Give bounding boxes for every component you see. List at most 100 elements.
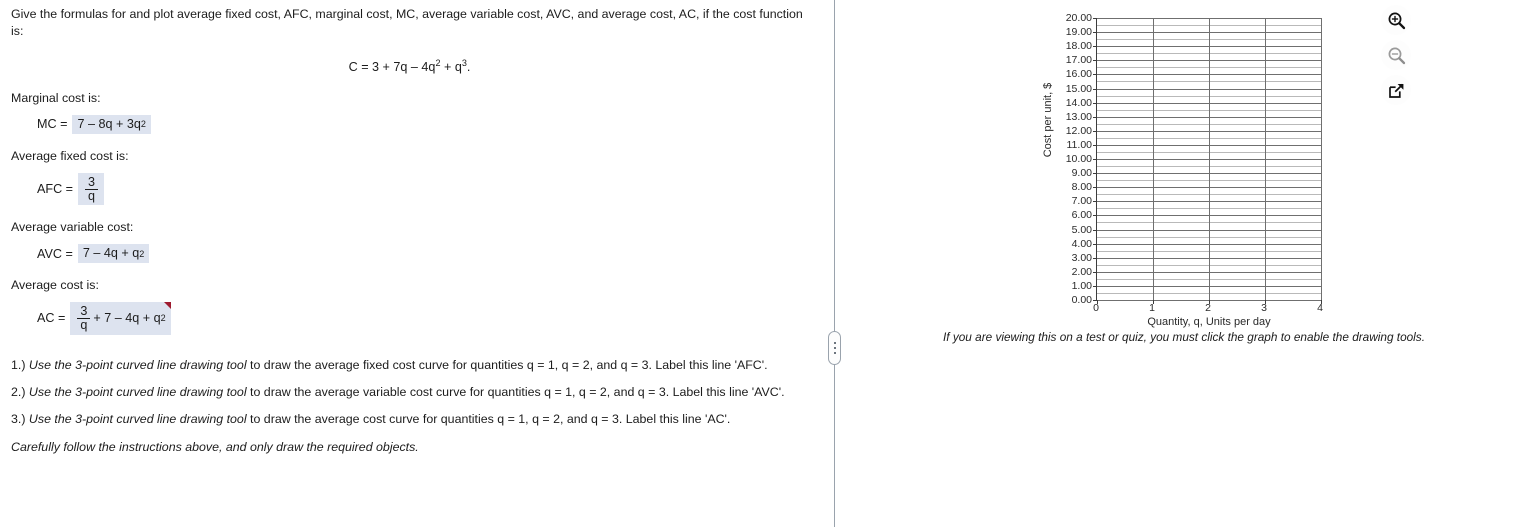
graph-panel: Cost per unit, $ 0.00 1.00 2.00 3.00 4.00 5.0… xyxy=(836,0,1532,527)
average-cost-value: + 7 – 4q + q xyxy=(93,310,161,325)
zoom-in-button[interactable] xyxy=(1381,5,1411,35)
y-axis-tick xyxy=(1093,159,1097,160)
marginal-cost-answer-row: MC = 7 – 8q + 3q 2 xyxy=(11,115,808,134)
gridline-vertical xyxy=(1153,18,1154,300)
y-axis-tick xyxy=(1093,173,1097,174)
y-axis-tick-label: 6.00 xyxy=(1071,209,1092,221)
y-axis-tick xyxy=(1093,117,1097,118)
average-variable-cost-value: 7 – 4q + q xyxy=(82,246,140,261)
y-axis-tick-label: 18.00 xyxy=(1065,40,1092,52)
average-variable-cost-answer-box[interactable]: 7 – 4q + q2 xyxy=(77,244,150,263)
y-axis-tick xyxy=(1093,244,1097,245)
instruction-1-number: 1.) xyxy=(11,357,26,372)
splitter-line xyxy=(834,0,835,527)
question-prompt: Give the formulas for and plot average f… xyxy=(11,7,803,38)
afc-denominator: q xyxy=(85,188,99,203)
x-axis-tick-label: 2 xyxy=(1205,302,1211,314)
y-axis-tick-label: 3.00 xyxy=(1071,252,1092,264)
marginal-cost-label: Marginal cost is: xyxy=(11,91,101,106)
marginal-cost-lead: MC = xyxy=(37,117,68,132)
y-axis-tick-label: 2.00 xyxy=(1071,266,1092,278)
question-panel: Give the formulas for and plot average f… xyxy=(0,0,820,527)
y-axis-tick xyxy=(1093,74,1097,75)
average-fixed-cost-lead: AFC = xyxy=(37,182,74,196)
zoom-in-icon xyxy=(1388,12,1405,29)
y-axis-tick xyxy=(1093,60,1097,61)
cost-function-mid: + q xyxy=(440,60,462,75)
y-axis-tick-labels: 0.00 1.00 2.00 3.00 4.00 5.00 6.00 7.00 8.00 9.00… xyxy=(1048,12,1093,306)
y-axis-tick xyxy=(1093,32,1097,33)
x-axis-tick-label: 4 xyxy=(1317,302,1323,314)
instruction-2-number: 2.) xyxy=(11,384,26,399)
instruction-3: 3.) Use the 3-point curved line drawing … xyxy=(11,411,806,427)
y-axis-tick-label: 4.00 xyxy=(1071,238,1092,250)
y-axis-tick-label: 0.00 xyxy=(1071,294,1092,306)
y-axis-tick-label: 14.00 xyxy=(1065,97,1092,109)
graph-enable-note: If you are viewing this on a test or qui… xyxy=(943,330,1425,344)
instruction-2-tool: Use the 3-point curved line drawing tool xyxy=(28,384,247,399)
average-cost-label: Average cost is: xyxy=(11,277,99,292)
y-axis-tick xyxy=(1093,201,1097,202)
afc-fraction: 3 q xyxy=(85,174,99,203)
y-axis-tick-label: 5.00 xyxy=(1071,224,1092,236)
ac-denominator: q xyxy=(77,317,91,332)
y-axis-tick xyxy=(1093,258,1097,259)
closing-note: Carefully follow the instructions above,… xyxy=(11,439,419,454)
cost-function-lead: C = 3 + 7q – 4q xyxy=(348,60,436,75)
cost-curve-chart[interactable]: Cost per unit, $ 0.00 1.00 2.00 3.00 4.00 5.0… xyxy=(1042,10,1338,328)
expand-graph-button[interactable] xyxy=(1381,75,1411,105)
y-axis-tick xyxy=(1093,131,1097,132)
y-axis-tick xyxy=(1093,272,1097,273)
ac-numerator: 3 xyxy=(80,303,88,318)
average-variable-cost-label: Average variable cost: xyxy=(11,220,134,235)
cost-function-tail: . xyxy=(466,60,471,75)
y-axis-tick-label: 7.00 xyxy=(1071,195,1092,207)
average-fixed-cost-answer-row: AFC = 3 q xyxy=(11,172,808,206)
instruction-3-number: 3.) xyxy=(11,412,26,427)
y-axis-tick-label: 16.00 xyxy=(1065,68,1092,80)
y-axis-tick-label: 11.00 xyxy=(1066,139,1093,151)
gridline-vertical xyxy=(1209,18,1210,300)
y-axis-tick-label: 20.00 xyxy=(1065,12,1092,24)
gridline-vertical xyxy=(1321,18,1322,300)
average-fixed-cost-label: Average fixed cost is: xyxy=(11,148,129,163)
y-axis-tick xyxy=(1093,145,1097,146)
zoom-out-button[interactable] xyxy=(1381,40,1411,70)
average-fixed-cost-answer-box[interactable]: 3 q xyxy=(78,172,105,206)
instruction-3-rest: to draw the average cost curve for quant… xyxy=(246,412,731,427)
zoom-out-icon xyxy=(1388,47,1405,64)
average-cost-lead: AC = xyxy=(37,311,66,326)
instruction-1: 1.) Use the 3-point curved line drawing … xyxy=(11,357,806,373)
y-axis-tick-label: 8.00 xyxy=(1071,181,1092,193)
y-axis-tick xyxy=(1093,103,1097,104)
y-axis-tick xyxy=(1093,89,1097,90)
average-variable-cost-lead: AVC = xyxy=(37,246,73,261)
instruction-1-tool: Use the 3-point curved line drawing tool xyxy=(28,357,247,372)
x-axis-title: Quantity, q, Units per day xyxy=(1147,316,1271,328)
y-axis-tick-label: 17.00 xyxy=(1065,54,1092,66)
average-cost-answer-row: AC = 3 q + 7 – 4q + q2 xyxy=(11,301,808,335)
y-axis-tick xyxy=(1093,18,1097,19)
average-variable-cost-answer-row: AVC = 7 – 4q + q2 xyxy=(11,244,808,263)
plot-canvas[interactable] xyxy=(1093,18,1322,304)
average-cost-answer-box[interactable]: 3 q + 7 – 4q + q2 xyxy=(70,301,171,335)
y-axis-tick-label: 13.00 xyxy=(1065,111,1092,123)
x-axis-tick-label: 0 xyxy=(1093,302,1099,314)
y-axis-tick xyxy=(1093,215,1097,216)
instruction-2-rest: to draw the average variable cost curve … xyxy=(246,384,785,399)
x-axis-tick-label: 3 xyxy=(1261,302,1267,314)
y-axis-tick-label: 9.00 xyxy=(1071,167,1092,179)
graph-toolbar xyxy=(1381,5,1417,110)
marginal-cost-answer-box[interactable]: 7 – 8q + 3q 2 xyxy=(72,115,151,134)
comment-flag-icon[interactable] xyxy=(163,301,171,309)
exercise-page: Give the formulas for and plot average f… xyxy=(0,0,1532,527)
expand-icon xyxy=(1388,83,1403,98)
x-axis-tick-labels: 0 1 2 3 4 xyxy=(1093,302,1323,316)
y-axis-tick xyxy=(1093,286,1097,287)
y-axis-tick xyxy=(1093,46,1097,47)
instruction-1-rest: to draw the average fixed cost curve for… xyxy=(246,357,768,372)
instruction-3-tool: Use the 3-point curved line drawing tool xyxy=(28,412,247,427)
afc-numerator: 3 xyxy=(88,174,96,189)
y-axis-tick-label: 1.00 xyxy=(1071,280,1092,292)
instruction-2: 2.) Use the 3-point curved line drawing … xyxy=(11,384,806,400)
